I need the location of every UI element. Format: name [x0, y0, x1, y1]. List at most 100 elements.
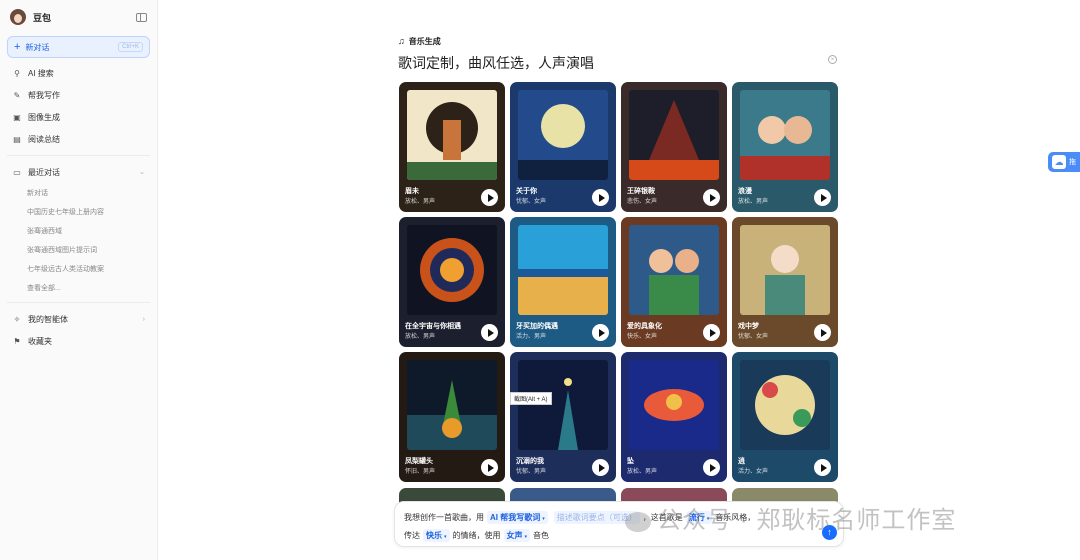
- song-tags: 悲伤、女声: [627, 199, 658, 205]
- view-all-link[interactable]: 查看全部...: [0, 278, 157, 297]
- caret-down-icon: ▾: [444, 534, 447, 540]
- song-tags: 怀旧、男声: [405, 469, 436, 475]
- song-card[interactable]: 浪漫 放松、男声: [732, 82, 838, 212]
- song-tags: 放松、男声: [627, 469, 658, 475]
- divider: [7, 155, 150, 156]
- wechat-logo-icon: [625, 511, 651, 532]
- play-button[interactable]: [703, 459, 720, 476]
- chevron-right-icon: ›: [142, 315, 145, 323]
- music-note-icon: ♫: [398, 36, 405, 46]
- book-icon: ▤: [13, 134, 21, 144]
- song-tags: 活力、女声: [738, 469, 769, 475]
- song-card[interactable]: 关于你 忧郁、女声: [510, 82, 616, 212]
- play-button[interactable]: [481, 189, 498, 206]
- song-card[interactable]: 逍活力、女声: [732, 352, 838, 482]
- play-button[interactable]: [703, 189, 720, 206]
- recent-chats-label: 最近对话: [28, 167, 60, 177]
- song-card[interactable]: 眉未 放松、男声: [399, 82, 505, 212]
- song-title: 逍: [738, 458, 745, 465]
- image-icon: ▣: [13, 112, 21, 122]
- mode-row: ♫ 音乐生成: [398, 34, 843, 48]
- sidebar-item-writing[interactable]: ✎ 帮我写作: [0, 84, 157, 106]
- sidebar-item-label: 帮我写作: [28, 90, 60, 100]
- song-card[interactable]: 牙买加的偶遇 活力、男声: [510, 217, 616, 347]
- song-title: 眉未: [405, 188, 419, 195]
- voice-dropdown[interactable]: 女声 ▾: [503, 529, 531, 542]
- song-tags: 忧郁、男声: [516, 469, 547, 475]
- app-name: 豆包: [33, 12, 52, 23]
- play-button[interactable]: [592, 189, 609, 206]
- floating-assistant-button[interactable]: ☁ 拖: [1048, 152, 1080, 172]
- play-button[interactable]: [481, 324, 498, 341]
- sidebar-item-label: 收藏夹: [28, 336, 52, 346]
- song-card[interactable]: 爱的具象化 快乐、女声: [621, 217, 727, 347]
- song-tags: 忧郁、女声: [738, 334, 769, 340]
- song-card-grid: 眉未 放松、男声 关于你 忧郁、女声 王碎银鞍 悲伤、女声 浪漫 放松、男声 在全宇宙与你相遇放…: [399, 82, 841, 482]
- play-button[interactable]: [703, 324, 720, 341]
- avatar[interactable]: [10, 9, 26, 25]
- recent-chat-item[interactable]: 中国历史七年级上册内容: [0, 202, 157, 221]
- recent-chats-toggle[interactable]: ▭ 最近对话 ⌄: [0, 161, 157, 183]
- song-tags: 放松、男声: [405, 334, 436, 340]
- composer-text: 我想创作一首歌曲，用: [404, 513, 484, 522]
- chevron-down-icon: ⌄: [139, 169, 145, 176]
- play-button[interactable]: [481, 459, 498, 476]
- song-card[interactable]: 沉溺的我 忧郁、男声: [510, 352, 616, 482]
- sidebar: 豆包 + 新对话 Ctrl+K ⚲ AI 搜索 ✎ 帮我写作 ▣ 图像生成 ▤ …: [0, 0, 158, 560]
- song-title: 王碎银鞍: [627, 188, 655, 195]
- sidebar-item-ai-search[interactable]: ⚲ AI 搜索: [0, 62, 157, 84]
- song-title: 浪漫: [738, 188, 752, 195]
- recent-chat-item[interactable]: 张骞通西域图片提示词: [0, 240, 157, 259]
- app-window: 豆包 + 新对话 Ctrl+K ⚲ AI 搜索 ✎ 帮我写作 ▣ 图像生成 ▤ …: [0, 0, 1080, 560]
- caret-down-icon: ▾: [524, 534, 528, 540]
- song-title: 在全宇宙与你相遇: [405, 323, 461, 330]
- bookmark-icon: ⚑: [13, 336, 21, 346]
- play-button[interactable]: [814, 459, 831, 476]
- song-cover-image: [407, 225, 497, 315]
- play-button[interactable]: [814, 189, 831, 206]
- new-chat-button[interactable]: + 新对话 Ctrl+K: [7, 36, 150, 58]
- recent-chat-item[interactable]: 七年级远古人类活动教案: [0, 259, 157, 278]
- sidebar-item-label: 阅读总结: [28, 134, 60, 144]
- music-panel: ♫ 音乐生成 歌词定制，曲风任选，人声演唱 × 眉未 放松、男声 关于你 忧郁、女声王…: [398, 34, 843, 482]
- song-card[interactable]: 在全宇宙与你相遇 放松、男声: [399, 217, 505, 347]
- composer-line-2: 传达 快乐 ▾ 的情绪，使用 女声 ▾ 音色: [404, 529, 549, 542]
- song-card[interactable]: 戏中梦 忧郁、女声: [732, 217, 838, 347]
- caret-down-icon: ▾: [542, 516, 545, 522]
- mood-dropdown[interactable]: 快乐 ▾: [423, 529, 450, 542]
- composer-text: 传达: [404, 531, 420, 540]
- play-button[interactable]: [592, 324, 609, 341]
- shortcut-badge: Ctrl+K: [118, 42, 143, 52]
- lyrics-mode-dropdown[interactable]: AI 帮我写歌词 ▾: [487, 511, 548, 524]
- song-title: 凤梨罐头: [405, 458, 433, 465]
- close-icon[interactable]: ×: [828, 55, 837, 64]
- play-button[interactable]: [592, 459, 609, 476]
- recent-chat-item[interactable]: 张骞通西域: [0, 221, 157, 240]
- main-area: ♫ 音乐生成 歌词定制，曲风任选，人声演唱 × 眉未 放松、男声 关于你 忧郁、女声王…: [158, 0, 1080, 560]
- recent-chat-item[interactable]: 新对话: [0, 183, 157, 202]
- sidebar-toggle-icon[interactable]: [136, 12, 147, 22]
- song-card[interactable]: 坠放松、男声: [621, 352, 727, 482]
- plus-icon: +: [14, 40, 21, 53]
- headline: 歌词定制，曲风任选，人声演唱: [398, 55, 594, 71]
- sparkle-icon: ✧: [13, 314, 21, 324]
- song-tags: 忧郁、女声: [516, 199, 547, 205]
- song-title: 坠: [627, 458, 634, 465]
- pen-icon: ✎: [13, 90, 21, 100]
- song-card[interactable]: 凤梨罐头 怀旧、男声: [399, 352, 505, 482]
- sidebar-item-agents[interactable]: ✧ 我的智能体 ›: [0, 308, 157, 330]
- song-cover-image: [407, 360, 497, 450]
- search-icon: ⚲: [14, 68, 20, 78]
- play-button[interactable]: [814, 324, 831, 341]
- song-cover-image: [407, 90, 497, 180]
- song-cover-image: [629, 360, 719, 450]
- sidebar-item-reading[interactable]: ▤ 阅读总结: [0, 128, 157, 150]
- song-card[interactable]: 王碎银鞍 悲伤、女声: [621, 82, 727, 212]
- sidebar-item-favorites[interactable]: ⚑ 收藏夹: [0, 330, 157, 352]
- song-title: 戏中梦: [738, 323, 759, 330]
- screenshot-tooltip: 截图(Alt + A): [510, 392, 552, 405]
- song-tags: 快乐、女声: [627, 334, 658, 340]
- new-chat-label: 新对话: [25, 42, 50, 52]
- song-tags: 放松、男声: [738, 199, 769, 205]
- sidebar-item-image[interactable]: ▣ 图像生成: [0, 106, 157, 128]
